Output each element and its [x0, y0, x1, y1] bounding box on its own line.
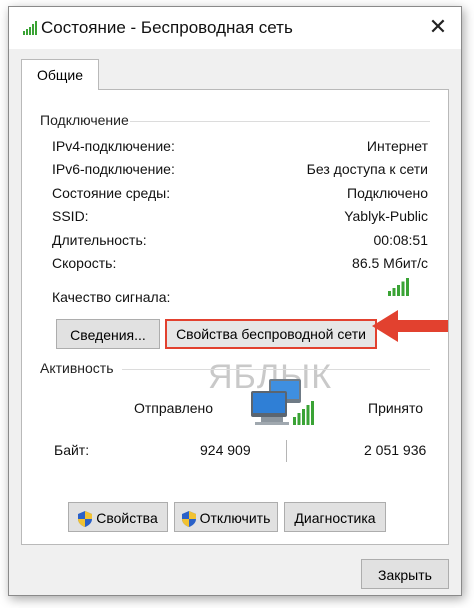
network-computers-icon [251, 379, 314, 425]
signal-quality-label: Качество сигнала: [52, 289, 171, 305]
duration-label: Длительность: [52, 232, 147, 248]
signal-strength-icon [388, 278, 409, 296]
activity-section-title: Активность [40, 360, 114, 376]
red-arrow-icon [372, 310, 448, 342]
activity-separator [286, 440, 287, 462]
sent-label: Отправлено [134, 400, 214, 416]
duration-value: 00:08:51 [373, 232, 429, 248]
ssid-label: SSID: [52, 208, 89, 224]
diagnostics-button[interactable]: Диагностика [284, 502, 386, 532]
disable-button[interactable]: Отключить [174, 502, 278, 532]
media-state-label: Состояние среды: [52, 185, 171, 201]
speed-label: Скорость: [52, 255, 117, 271]
tab-general[interactable]: Общие [21, 59, 99, 90]
ipv4-label: IPv4-подключение: [52, 138, 175, 154]
window-title: Состояние - Беспроводная сеть [41, 18, 293, 37]
properties-button[interactable]: Свойства [68, 502, 168, 532]
disable-button-label: Отключить [199, 510, 271, 526]
connection-divider [130, 121, 430, 122]
ipv6-label: IPv6-подключение: [52, 161, 175, 177]
ssid-value: Yablyk-Public [344, 208, 428, 224]
properties-button-label: Свойства [96, 510, 158, 526]
uac-shield-icon [181, 511, 196, 528]
activity-divider [122, 369, 430, 370]
ipv6-value: Без доступа к сети [306, 161, 428, 177]
speed-value: 86.5 Мбит/с [352, 255, 428, 271]
close-button[interactable]: Закрыть [361, 559, 449, 589]
connection-section-title: Подключение [40, 112, 129, 128]
bytes-label: Байт: [54, 442, 90, 458]
wireless-properties-button[interactable]: Свойства беспроводной сети [165, 319, 377, 349]
media-state-value: Подключено [347, 185, 428, 201]
received-label: Принято [368, 400, 424, 416]
uac-shield-icon [78, 511, 93, 528]
bytes-sent-value: 924 909 [200, 442, 251, 458]
bytes-received-value: 2 051 936 [364, 442, 427, 458]
wifi-signal-icon [23, 21, 37, 35]
close-window-button[interactable]: ✕ [423, 15, 453, 41]
status-window: Состояние - Беспроводная сеть ✕ Общие По… [8, 6, 462, 596]
ipv4-value: Интернет [366, 138, 428, 154]
details-button[interactable]: Сведения... [56, 319, 160, 349]
title-bar: Состояние - Беспроводная сеть ✕ [9, 7, 461, 49]
